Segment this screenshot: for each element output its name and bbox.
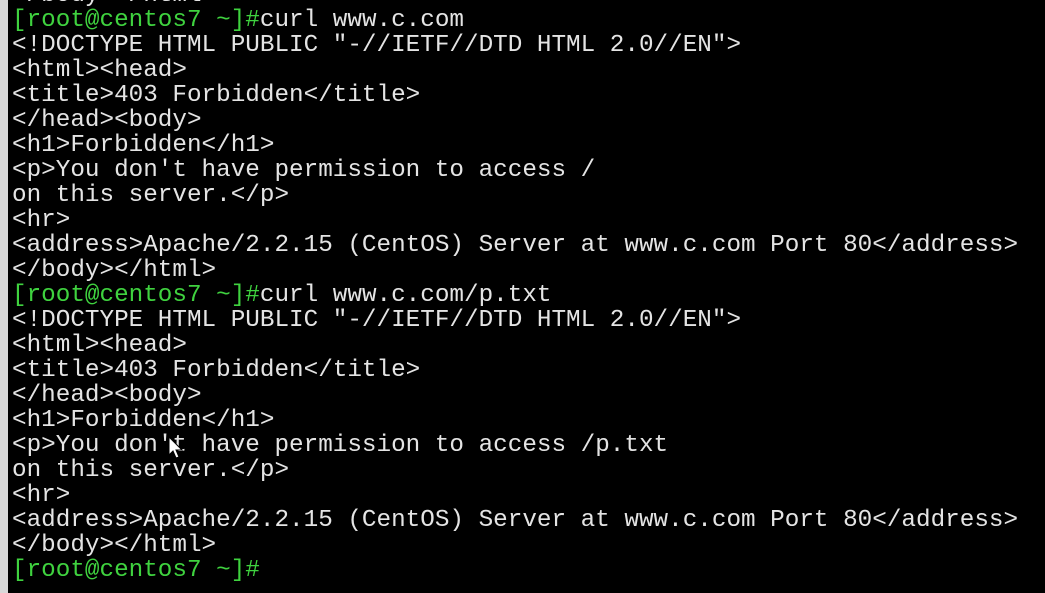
output-text: <title>403 Forbidden</title> bbox=[12, 357, 421, 384]
output-text: <hr> bbox=[12, 482, 71, 509]
output-text: <h1>Forbidden</h1> bbox=[12, 407, 275, 434]
output-text: <hr> bbox=[12, 207, 71, 234]
output-text: <p>You don't have permission to access / bbox=[12, 157, 596, 184]
prompt-line: [root@centos7 ~]# bbox=[12, 558, 1018, 583]
output-text: <address>Apache/2.2.15 (CentOS) Server a… bbox=[12, 507, 1019, 534]
shell-prompt: [root@centos7 ~]# bbox=[12, 557, 260, 584]
output-line: <address>Apache/2.2.15 (CentOS) Server a… bbox=[12, 233, 1018, 258]
window-border bbox=[0, 0, 8, 593]
output-line: <address>Apache/2.2.15 (CentOS) Server a… bbox=[12, 508, 1018, 533]
output-line: <title>403 Forbidden</title> bbox=[12, 358, 1018, 383]
output-line: <title>403 Forbidden</title> bbox=[12, 83, 1018, 108]
output-text: </head><body> bbox=[12, 382, 202, 409]
output-text: <title>403 Forbidden</title> bbox=[12, 82, 421, 109]
output-line: </head><body> bbox=[12, 108, 1018, 133]
output-line: </body></html> bbox=[12, 533, 1018, 558]
output-text: on this server.</p> bbox=[12, 457, 290, 484]
command-text: curl www.c.com bbox=[259, 7, 465, 34]
output-line: <!DOCTYPE HTML PUBLIC "-//IETF//DTD HTML… bbox=[12, 308, 1018, 333]
output-line: <html><head> bbox=[12, 333, 1018, 358]
output-text: <html><head> bbox=[12, 332, 187, 359]
output-line: <h1>Forbidden</h1> bbox=[12, 133, 1018, 158]
output-text: </head><body> bbox=[12, 107, 202, 134]
prompt-line: [root@centos7 ~]#curl www.c.com bbox=[12, 8, 1018, 33]
output-line: <hr> bbox=[12, 483, 1018, 508]
output-text: on this server.</p> bbox=[12, 182, 290, 209]
output-text: </body></html> bbox=[12, 257, 217, 284]
terminal-output[interactable]: </body></html>[root@centos7 ~]#curl www.… bbox=[12, 0, 1018, 583]
output-text: <address>Apache/2.2.15 (CentOS) Server a… bbox=[12, 232, 1019, 259]
output-line: <html><head> bbox=[12, 58, 1018, 83]
output-line: <p>You don't have permission to access /… bbox=[12, 433, 1018, 458]
prompt-line: [root@centos7 ~]#curl www.c.com/p.txt bbox=[12, 283, 1018, 308]
output-line: on this server.</p> bbox=[12, 458, 1018, 483]
output-text: <!DOCTYPE HTML PUBLIC "-//IETF//DTD HTML… bbox=[12, 32, 742, 59]
output-text: </body></html> bbox=[12, 532, 217, 559]
output-line: </head><body> bbox=[12, 383, 1018, 408]
output-text: <!DOCTYPE HTML PUBLIC "-//IETF//DTD HTML… bbox=[12, 307, 742, 334]
shell-prompt: [root@centos7 ~]# bbox=[12, 7, 260, 34]
output-line: <hr> bbox=[12, 208, 1018, 233]
output-text: <p>You don't have permission to access /… bbox=[12, 432, 669, 459]
output-line: <h1>Forbidden</h1> bbox=[12, 408, 1018, 433]
mouse-pointer-icon bbox=[168, 436, 184, 459]
output-line: <p>You don't have permission to access / bbox=[12, 158, 1018, 183]
output-line: on this server.</p> bbox=[12, 183, 1018, 208]
output-line: <!DOCTYPE HTML PUBLIC "-//IETF//DTD HTML… bbox=[12, 33, 1018, 58]
command-text: curl www.c.com/p.txt bbox=[259, 282, 552, 309]
output-text: <html><head> bbox=[12, 57, 187, 84]
output-text: <h1>Forbidden</h1> bbox=[12, 132, 275, 159]
output-line: </body></html> bbox=[12, 258, 1018, 283]
shell-prompt: [root@centos7 ~]# bbox=[12, 282, 260, 309]
